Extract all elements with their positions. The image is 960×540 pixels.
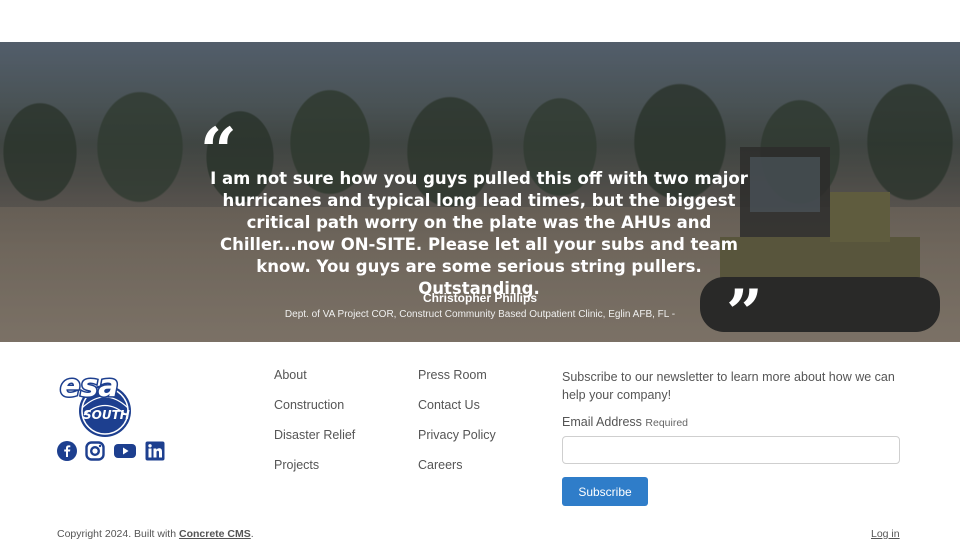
testimonial-text: I am not sure how you guys pulled this o… — [210, 169, 748, 298]
logo-text-south: SOUTH — [83, 408, 130, 422]
nav-link-privacy-policy[interactable]: Privacy Policy — [418, 428, 496, 458]
instagram-link[interactable] — [85, 441, 105, 461]
testimonial-hero: “ I am not sure how you guys pulled this… — [0, 42, 960, 342]
email-label: Email Address Required — [562, 415, 902, 429]
email-field[interactable] — [562, 436, 900, 464]
youtube-icon — [114, 444, 136, 458]
login-link[interactable]: Log in — [871, 528, 900, 540]
newsletter-intro: Subscribe to our newsletter to learn mor… — [562, 370, 895, 402]
email-label-text: Email Address — [562, 415, 642, 429]
facebook-link[interactable] — [57, 441, 77, 461]
concrete-cms-link[interactable]: Concrete CMS — [179, 528, 251, 540]
nav-link-careers[interactable]: Careers — [418, 458, 496, 488]
esa-south-logo[interactable]: esa SOUTH — [58, 368, 134, 438]
copyright-text: Copyright 2024. Built with — [57, 528, 179, 540]
youtube-link[interactable] — [113, 441, 137, 461]
linkedin-link[interactable] — [145, 441, 165, 461]
required-indicator: Required — [645, 417, 689, 429]
nav-link-press-room[interactable]: Press Room — [418, 368, 496, 398]
nav-link-about[interactable]: About — [274, 368, 355, 398]
copyright-notice: Copyright 2024. Built with Concrete CMS. — [57, 528, 254, 540]
nav-link-contact-us[interactable]: Contact Us — [418, 398, 496, 428]
social-links — [57, 441, 165, 461]
testimonial-author: Christopher Phillips — [422, 291, 537, 305]
nav-link-projects[interactable]: Projects — [274, 458, 355, 488]
subscribe-button[interactable]: Subscribe — [562, 477, 648, 506]
copyright-period: . — [250, 528, 254, 540]
footer-nav-secondary: Press Room Contact Us Privacy Policy Car… — [418, 368, 496, 488]
facebook-icon — [57, 441, 77, 461]
footer-nav-primary: About Construction Disaster Relief Proje… — [274, 368, 355, 488]
newsletter-form: Subscribe to our newsletter to learn mor… — [562, 368, 902, 506]
top-strip — [0, 0, 960, 42]
site-footer: esa SOUTH About Construction Disaster Re… — [0, 342, 960, 540]
nav-link-disaster-relief[interactable]: Disaster Relief — [274, 428, 355, 458]
nav-link-construction[interactable]: Construction — [274, 398, 355, 428]
logo-text-esa: esa — [60, 369, 118, 404]
close-quote-icon: ” — [726, 276, 763, 343]
logo-graphic: esa SOUTH — [59, 368, 131, 437]
linkedin-icon — [145, 441, 165, 461]
instagram-icon — [85, 441, 105, 461]
testimonial-role: Dept. of VA Project COR, Construct Commu… — [284, 309, 676, 320]
open-quote-icon: “ — [200, 114, 237, 189]
